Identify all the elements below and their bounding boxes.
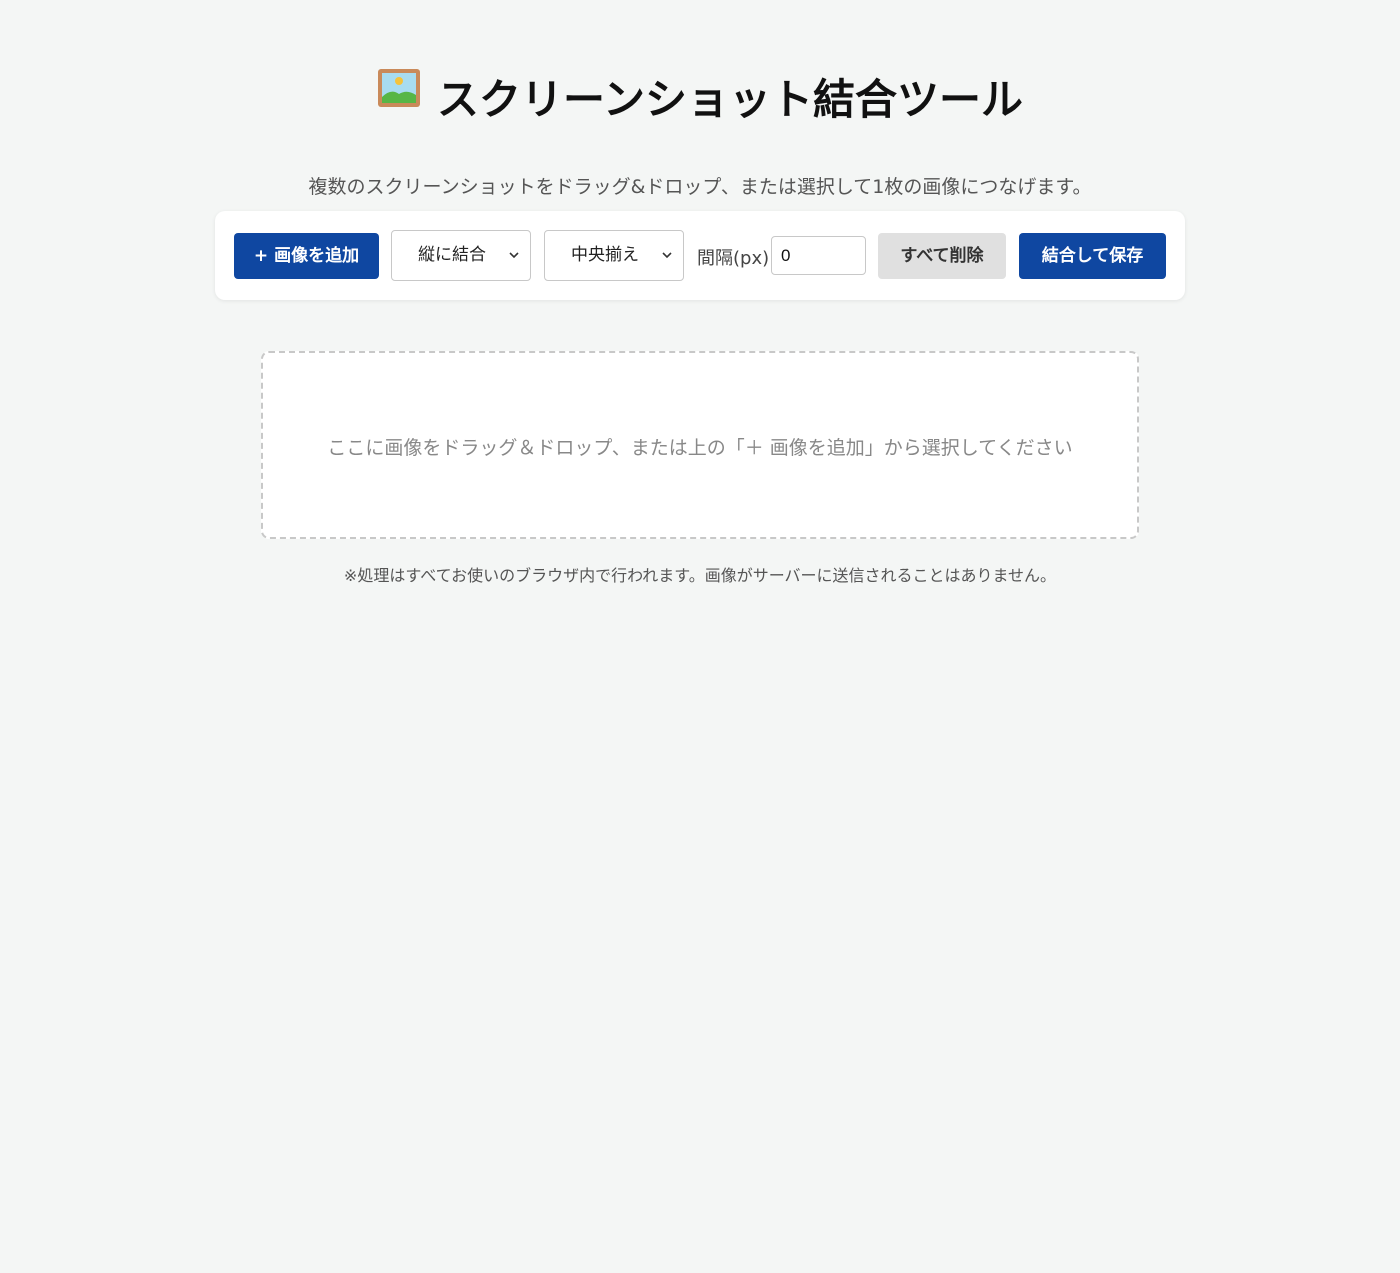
- add-image-button[interactable]: + 画像を追加: [234, 233, 379, 279]
- page-title: スクリーンショット結合ツール: [0, 66, 1400, 127]
- merge-save-button[interactable]: 結合して保存: [1019, 233, 1166, 279]
- align-select[interactable]: 中央揃え: [544, 230, 684, 281]
- gap-input[interactable]: [771, 236, 866, 275]
- drop-zone-text: ここに画像をドラッグ＆ドロップ、または上の「＋ 画像を追加」から選択してください: [327, 437, 1073, 459]
- toolbar: + 画像を追加 縦に結合 中央揃え 間隔(px) すべて削除 結合して保存: [215, 211, 1185, 300]
- clear-all-button[interactable]: すべて削除: [878, 233, 1006, 279]
- drop-zone[interactable]: ここに画像をドラッグ＆ドロップ、または上の「＋ 画像を追加」から選択してください: [261, 351, 1139, 539]
- page-description: 複数のスクリーンショットをドラッグ&ドロップ、または選択して1枚の画像につなげま…: [308, 176, 1092, 198]
- chevron-down-icon: [662, 252, 672, 259]
- direction-select[interactable]: 縦に結合: [391, 230, 531, 281]
- framed-picture-icon: [377, 68, 421, 118]
- privacy-note: ※処理はすべてお使いのブラウザ内で行われます。画像がサーバーに送信されることはあ…: [343, 566, 1057, 585]
- direction-select-value: 縦に結合: [418, 245, 486, 265]
- align-select-value: 中央揃え: [571, 245, 639, 265]
- chevron-down-icon: [509, 252, 519, 259]
- gap-label: 間隔(px): [697, 248, 770, 269]
- page-title-text: スクリーンショット結合ツール: [437, 75, 1023, 124]
